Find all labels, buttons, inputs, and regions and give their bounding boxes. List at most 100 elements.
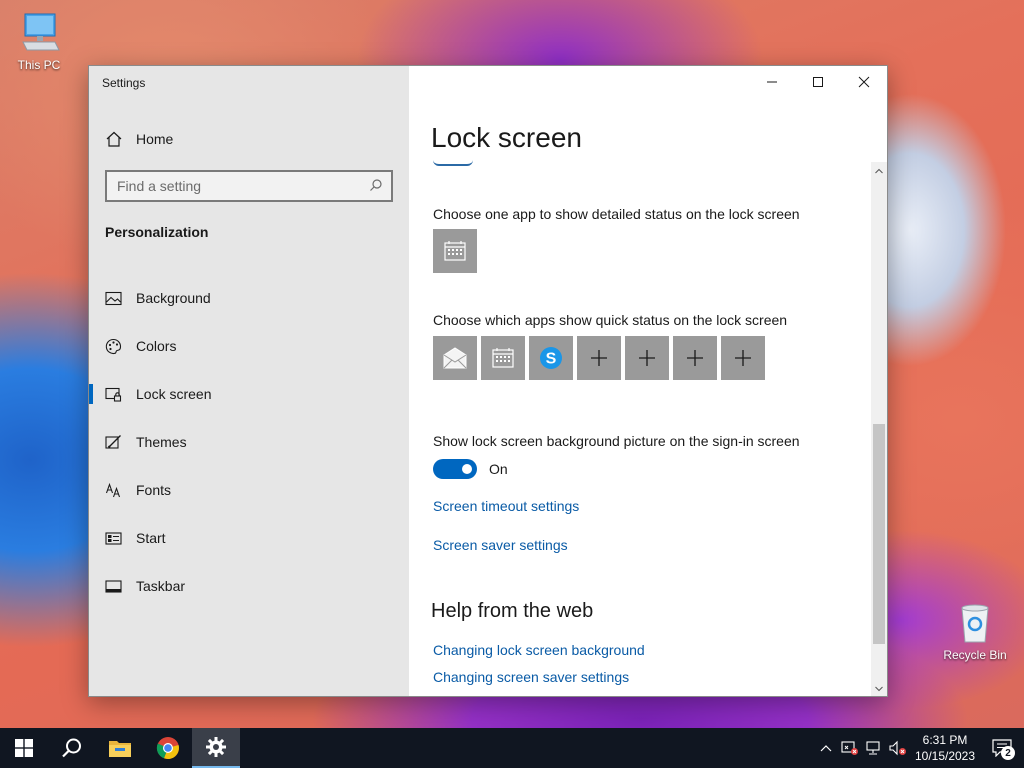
start-button[interactable]	[0, 728, 48, 768]
windows-logo-icon	[15, 739, 33, 757]
sidebar-item-taskbar[interactable]: Taskbar	[89, 562, 409, 610]
mail-icon	[443, 347, 467, 369]
quick-status-add-button[interactable]	[625, 336, 669, 380]
skype-icon: S	[540, 347, 562, 369]
settings-sidebar: Settings Home Personalization Background	[89, 66, 409, 696]
taskbar-settings[interactable]	[192, 728, 240, 768]
signin-background-toggle-row: On	[433, 459, 508, 479]
desktop-icon-label: Recycle Bin	[943, 648, 1007, 662]
signin-background-label: Show lock screen background picture on t…	[433, 433, 800, 449]
lock-screen-icon	[105, 386, 122, 403]
scroll-down-button[interactable]	[871, 682, 887, 696]
sidebar-item-fonts[interactable]: Fonts	[89, 466, 409, 514]
sidebar-item-themes[interactable]: Themes	[89, 418, 409, 466]
settings-content: Lock screen Choose one app to show detai…	[409, 66, 887, 696]
vertical-scrollbar[interactable]	[871, 162, 887, 696]
quick-status-app-skype[interactable]: S	[529, 336, 573, 380]
taskbar-clock[interactable]: 6:31 PM 10/15/2023	[910, 732, 980, 764]
screen-saver-settings-link[interactable]: Screen saver settings	[433, 537, 568, 553]
taskbar-search-button[interactable]	[48, 728, 96, 768]
network-icon	[866, 741, 880, 755]
taskbar-file-explorer[interactable]	[96, 728, 144, 768]
add-icon	[687, 350, 703, 366]
sidebar-item-label: Lock screen	[136, 386, 212, 402]
desktop-icon-label: This PC	[17, 58, 61, 72]
sidebar-item-label: Taskbar	[136, 578, 186, 594]
home-link[interactable]: Home	[105, 129, 173, 149]
start-menu-icon	[105, 530, 122, 547]
minimize-button[interactable]	[749, 66, 795, 98]
taskbar-chrome[interactable]	[144, 728, 192, 768]
taskbar-icon	[105, 578, 122, 595]
show-hidden-icons-button[interactable]	[814, 728, 838, 768]
close-button[interactable]	[841, 66, 887, 98]
sidebar-item-lock-screen[interactable]: Lock screen	[89, 370, 409, 418]
help-link-lock-screen-background[interactable]: Changing lock screen background	[433, 642, 645, 658]
fonts-icon	[105, 482, 122, 499]
quick-status-add-button[interactable]	[673, 336, 717, 380]
window-title: Settings	[102, 76, 146, 90]
quick-status-app-calendar[interactable]	[481, 336, 525, 380]
file-explorer-icon	[109, 741, 131, 757]
sidebar-item-label: Colors	[136, 338, 177, 354]
toggle-knob	[462, 464, 472, 474]
quick-status-add-button[interactable]	[721, 336, 765, 380]
add-icon	[591, 350, 607, 366]
caption-buttons	[749, 66, 887, 98]
help-heading: Help from the web	[431, 600, 594, 622]
volume-muted-icon	[889, 740, 906, 756]
detailed-status-label: Choose one app to show detailed status o…	[433, 206, 800, 222]
colors-icon	[105, 338, 122, 355]
network-tray-button[interactable]	[862, 728, 886, 768]
search-icon[interactable]	[369, 178, 383, 195]
search-input[interactable]	[117, 178, 369, 194]
security-warning-icon	[841, 741, 858, 755]
home-label: Home	[136, 131, 174, 147]
chrome-icon	[156, 737, 179, 760]
chevron-up-icon	[820, 745, 832, 752]
close-icon	[858, 76, 870, 88]
chevron-up-icon	[875, 168, 883, 174]
sidebar-item-label: Fonts	[136, 482, 172, 498]
toggle-state-label: On	[489, 461, 508, 477]
desktop-icon-this-pc[interactable]: This PC	[4, 10, 74, 72]
security-tray-button[interactable]	[838, 728, 862, 768]
svg-text:S: S	[546, 351, 557, 368]
sidebar-item-label: Background	[136, 290, 211, 306]
home-icon	[105, 130, 123, 148]
help-link-screen-saver[interactable]: Changing screen saver settings	[433, 669, 629, 685]
sidebar-item-start[interactable]: Start	[89, 514, 409, 562]
quick-status-app-mail[interactable]	[433, 336, 477, 380]
action-center-button[interactable]: 2	[980, 728, 1024, 768]
recycle-bin-icon	[953, 600, 997, 644]
clock-time: 6:31 PM	[922, 733, 968, 747]
detailed-status-app-button[interactable]	[433, 229, 477, 273]
clock-date: 10/15/2023	[914, 749, 976, 763]
settings-icon	[206, 737, 226, 757]
calendar-icon	[444, 241, 466, 261]
settings-window: Settings Home Personalization Background	[88, 65, 888, 697]
quick-status-label: Choose which apps show quick status on t…	[433, 312, 788, 328]
add-icon	[735, 350, 751, 366]
sidebar-nav: Background Colors Lock screen Themes Fon…	[89, 274, 409, 610]
search-box[interactable]	[105, 170, 393, 202]
chevron-down-icon	[875, 686, 883, 692]
signin-background-toggle[interactable]	[433, 459, 477, 479]
desktop-icon-recycle-bin[interactable]: Recycle Bin	[940, 600, 1010, 662]
detailed-status-row	[433, 229, 481, 273]
calendar-icon	[492, 348, 514, 368]
sidebar-item-colors[interactable]: Colors	[89, 322, 409, 370]
notification-count-badge: 2	[1001, 746, 1015, 760]
screen-timeout-settings-link[interactable]: Screen timeout settings	[433, 498, 579, 514]
volume-tray-button[interactable]	[886, 728, 910, 768]
sidebar-item-background[interactable]: Background	[89, 274, 409, 322]
background-icon	[105, 290, 122, 307]
search-icon	[62, 738, 81, 758]
this-pc-icon	[17, 10, 61, 54]
system-tray: 6:31 PM 10/15/2023 2	[814, 728, 1024, 768]
quick-status-add-button[interactable]	[577, 336, 621, 380]
scroll-thumb[interactable]	[873, 424, 885, 644]
maximize-button[interactable]	[795, 66, 841, 98]
taskbar: 6:31 PM 10/15/2023 2	[0, 728, 1024, 768]
scroll-up-button[interactable]	[871, 164, 887, 178]
